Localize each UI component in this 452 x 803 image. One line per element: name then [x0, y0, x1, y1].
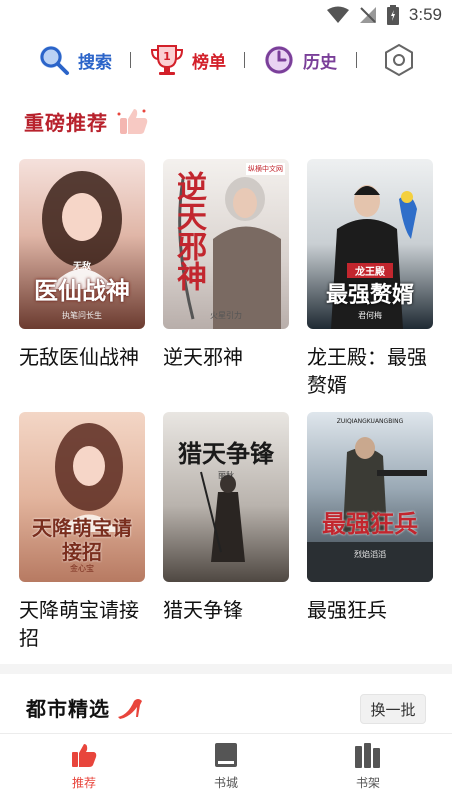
nav-search[interactable]: 搜索	[38, 40, 112, 80]
book-title[interactable]: 逆天邪神	[163, 343, 289, 371]
tab-bookshelf[interactable]: 书架	[328, 742, 408, 791]
tab-bookstore-label: 书城	[213, 776, 238, 790]
cover-author: 执笔问长生	[62, 311, 102, 320]
book-cover: 纵横中文网 逆天邪神 火星引力	[163, 159, 289, 329]
status-icons: 3:59	[326, 5, 442, 25]
svg-text:1: 1	[163, 50, 171, 63]
tab-recommend-label: 推荐	[71, 776, 96, 790]
wifi-icon	[326, 6, 349, 23]
tab-recommend[interactable]: 推荐	[44, 742, 124, 791]
cover-author: 丽秋	[218, 471, 234, 480]
book-title[interactable]: 无敌医仙战神	[19, 343, 145, 371]
cover-author: 金心宝	[70, 564, 94, 573]
thumbs-up-icon	[117, 109, 148, 134]
cover-title: 逆天邪神	[171, 171, 206, 291]
clock-time: 3:59	[408, 5, 442, 24]
tab-bookstore[interactable]: 书城	[186, 742, 266, 791]
cover-title: 最强赘婿	[325, 282, 414, 308]
cover-title: 天降萌宝请接招	[32, 516, 132, 564]
book-card[interactable]: 天降萌宝请接招 金心宝 天降萌宝请接招	[19, 412, 145, 652]
tab-bookshelf-label: 书架	[355, 776, 380, 790]
nav-divider	[130, 52, 131, 68]
nav-divider	[244, 52, 245, 68]
publisher-badge: 纵横中文网	[246, 163, 285, 175]
book-cover: 龙王殿 最强赘婿 君何梅	[307, 159, 433, 329]
thumbs-up-icon	[72, 744, 97, 767]
battery-icon	[386, 5, 399, 25]
book-card[interactable]: 纵横中文网 逆天邪神 火星引力 逆天邪神	[163, 159, 289, 371]
bottom-tab-bar: 推荐 书城 书架	[0, 733, 452, 803]
book-cover: 猎天争锋 丽秋	[163, 412, 289, 582]
book-title[interactable]: 最强狂兵	[307, 596, 433, 624]
book-title[interactable]: 龙王殿：最强赘婿	[307, 343, 433, 399]
nav-search-label: 搜索	[78, 52, 112, 73]
book-card[interactable]: 无敌 医仙战神 执笔问长生 无敌医仙战神	[19, 159, 145, 371]
nav-divider	[356, 52, 357, 68]
cover-title: 猎天争锋	[178, 439, 274, 468]
nav-history[interactable]: 历史	[263, 40, 337, 80]
book-title[interactable]: 猎天争锋	[163, 596, 289, 624]
section-divider	[0, 664, 452, 674]
trophy-icon: 1	[150, 45, 184, 75]
book-cover: ZUIQIANGKUANGBING 最强狂兵 烈焰滔滔	[307, 412, 433, 582]
nav-history-label: 历史	[303, 52, 337, 73]
no-signal-icon	[359, 7, 376, 23]
cover-title: 医仙战神	[34, 276, 130, 305]
cover-author: 君何梅	[358, 311, 382, 320]
status-bar: 3:59	[0, 0, 452, 32]
book-cover: 天降萌宝请接招 金心宝	[19, 412, 145, 582]
search-icon	[40, 46, 69, 75]
featured-section-header: 重磅推荐	[18, 106, 158, 136]
clock-icon	[265, 46, 293, 74]
book-title[interactable]: 天降萌宝请接招	[19, 596, 145, 652]
nav-ranking[interactable]: 1 榜单	[150, 40, 226, 80]
nav-settings[interactable]	[382, 40, 416, 80]
featured-section-title: 重磅推荐	[24, 110, 108, 135]
refresh-batch-button[interactable]: 换一批	[360, 694, 426, 724]
book-cover: 无敌 医仙战神 执笔问长生	[19, 159, 145, 329]
book-card[interactable]: ZUIQIANGKUANGBING 最强狂兵 烈焰滔滔 最强狂兵	[307, 412, 433, 624]
bookshelf-icon	[355, 743, 380, 768]
city-section-header: 都市精选	[20, 693, 196, 722]
nav-ranking-label: 榜单	[192, 52, 226, 73]
cover-author: 火星引力	[210, 311, 242, 320]
settings-hexagon-icon	[385, 43, 413, 77]
top-nav: 搜索 1 榜单 历史	[0, 40, 452, 80]
city-section-title: 都市精选	[26, 697, 110, 721]
cover-title: 最强狂兵	[322, 509, 418, 538]
book-icon	[215, 743, 237, 767]
cover-subtitle: 龙王殿	[347, 263, 393, 278]
cover-pinyin: ZUIQIANGKUANGBING	[336, 418, 404, 425]
book-card[interactable]: 猎天争锋 丽秋 猎天争锋	[163, 412, 289, 624]
cover-author: 烈焰滔滔	[354, 550, 386, 559]
high-heel-icon	[118, 698, 142, 719]
book-card[interactable]: 龙王殿 最强赘婿 君何梅 龙王殿：最强赘婿	[307, 159, 433, 399]
